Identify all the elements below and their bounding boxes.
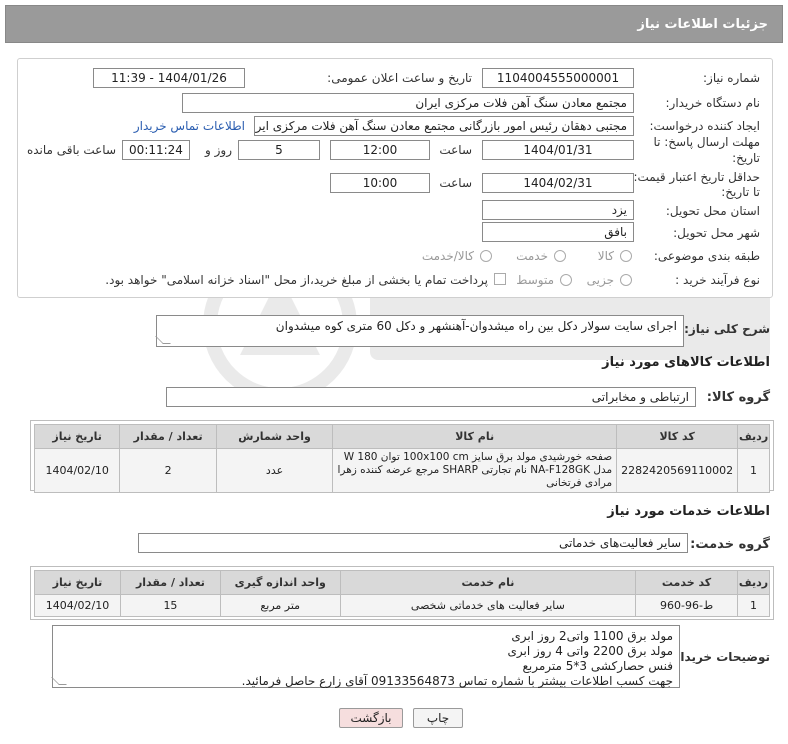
services-group-label: گروه خدمت: (690, 537, 770, 552)
category-option-goods: کالا (597, 249, 614, 263)
category-option-service: خدمت (516, 249, 548, 263)
services-col-row: ردیف (737, 570, 770, 595)
services-group-field[interactable]: سایر فعالیت‌های خدماتی (138, 533, 688, 553)
buyer-notes-line: فنس حصارکشی 3*5 مترمربع (522, 659, 673, 673)
goods-row-qty: 2 (119, 448, 217, 493)
goods-group-field[interactable]: ارتباطی و مخابراتی (166, 387, 696, 407)
services-col-qty: تعداد / مقدار (120, 570, 221, 595)
city-field[interactable]: بافق (482, 222, 634, 242)
remaining-label: ساعت باقی مانده (26, 143, 116, 157)
announce-date-field[interactable]: 1404/01/26 - 11:39 (93, 68, 245, 88)
goods-section-title: اطلاعات کالاهای مورد نیاز (602, 355, 770, 370)
services-row-unit: متر مربع (219, 594, 341, 617)
treasury-payment-checkbox[interactable] (494, 273, 506, 285)
category-label: طبقه بندی موضوعی: (653, 249, 760, 263)
validity-label-date: تا تاریخ: (721, 185, 760, 199)
treasury-payment-note: پرداخت تمام یا بخشی از مبلغ خرید،از محل … (105, 273, 488, 287)
remaining-time-field[interactable]: 00:11:24 (122, 140, 190, 160)
services-row-qty: 15 (120, 594, 221, 617)
goods-row-name: صفحه خورشیدی مولد برق سایز 100x100 cm تو… (332, 448, 618, 493)
category-option-goods-service: کالا/خدمت (421, 249, 474, 263)
goods-col-unit: واحد شمارش (215, 424, 334, 449)
days-remaining-field[interactable]: 5 (238, 140, 320, 160)
page-title: جزئیات اطلاعات نیاز (637, 17, 768, 32)
validity-time-field[interactable]: 10:00 (330, 173, 430, 193)
buyer-label: نام دستگاه خریدار: (665, 96, 761, 110)
buyer-notes-line: مولد برق 1100 واتی2 روز ابری (511, 629, 673, 643)
services-col-name: نام خدمت (339, 570, 637, 595)
goods-group-label: گروه کالا: (706, 390, 770, 405)
goods-row-number: 1 (737, 448, 770, 493)
deadline-label-date: تاریخ: (732, 151, 760, 165)
services-section-title: اطلاعات خدمات مورد نیاز (607, 504, 770, 519)
validity-date-field[interactable]: 1404/02/31 (482, 173, 634, 193)
goods-table: ردیف کد کالا نام کالا واحد شمارش تعداد /… (33, 424, 770, 493)
need-number-label: شماره نیاز: (703, 71, 760, 85)
validity-label: حداقل تاریخ اعتبار قیمت: (633, 170, 760, 184)
table-row[interactable]: 1 ط-96-960 سایر فعالیت های خدماتی شخصی م… (33, 594, 770, 617)
goods-col-code: کد کالا (616, 424, 739, 449)
process-type-label: نوع فرآیند خرید : (675, 273, 760, 287)
services-row-name: سایر فعالیت های خدماتی شخصی (339, 594, 637, 617)
table-row[interactable]: 1 2282420569110002 صفحه خورشیدی مولد برق… (33, 448, 770, 493)
province-field[interactable]: یزد (482, 200, 634, 220)
deadline-date-field[interactable]: 1404/01/31 (482, 140, 634, 160)
need-info-panel: شماره نیاز: 1104004555000001 تاریخ و ساع… (17, 58, 773, 298)
validity-hour-label: ساعت (439, 176, 472, 190)
services-row-date: 1404/02/10 (33, 594, 122, 617)
goods-row-date: 1404/02/10 (33, 448, 121, 493)
process-radio-medium[interactable] (560, 274, 572, 286)
services-row-number: 1 (737, 594, 770, 617)
services-col-code: کد خدمت (635, 570, 739, 595)
category-radio-goods-service[interactable] (480, 250, 492, 262)
goods-col-qty: تعداد / مقدار (119, 424, 217, 449)
description-label: شرح کلی نیاز: (684, 322, 770, 336)
goods-col-row: ردیف (737, 424, 770, 449)
announce-date-label: تاریخ و ساعت اعلان عمومی: (327, 71, 472, 85)
creator-field[interactable]: مجتبی دهقان رئیس امور بازرگانی مجتمع معا… (254, 116, 634, 136)
city-label: شهر محل تحویل: (673, 226, 760, 240)
buyer-contact-link[interactable]: اطلاعات تماس خریدار (134, 119, 245, 133)
services-table: ردیف کد خدمت نام خدمت واحد اندازه گیری ت… (33, 570, 770, 617)
deadline-hour-label: ساعت (439, 143, 472, 157)
page-header: جزئیات اطلاعات نیاز (5, 5, 783, 43)
services-col-unit: واحد اندازه گیری (219, 570, 341, 595)
print-button[interactable]: چاپ (413, 708, 463, 728)
category-radio-service[interactable] (554, 250, 566, 262)
buyer-notes-line: مولد برق 2200 واتی 4 روز ابری (507, 644, 673, 658)
need-number-field[interactable]: 1104004555000001 (482, 68, 634, 88)
process-option-minor: جزیی (586, 273, 614, 287)
creator-label: ایجاد کننده درخواست: (649, 119, 760, 133)
days-label: روز و (205, 143, 232, 157)
category-radio-goods[interactable] (620, 250, 632, 262)
goods-row-unit: عدد (215, 448, 334, 493)
back-button[interactable]: بازگشت (339, 708, 403, 728)
buyer-field[interactable]: مجتمع معادن سنگ آهن فلات مرکزی ایران (182, 93, 634, 113)
process-radio-minor[interactable] (620, 274, 632, 286)
services-row-code: ط-96-960 (635, 594, 739, 617)
buyer-notes-label: توضیحات خریدار: (668, 650, 770, 664)
province-label: استان محل تحویل: (665, 204, 760, 218)
deadline-label: مهلت ارسال پاسخ: تا (653, 135, 760, 149)
buyer-notes-field[interactable]: مولد برق 1100 واتی2 روز ابری مولد برق 22… (51, 625, 680, 688)
process-option-medium: متوسط (516, 273, 554, 287)
goods-row-code: 2282420569110002 (616, 448, 739, 493)
description-field[interactable]: اجرای سایت سولار دکل بین راه میشدوان-آهن… (155, 315, 684, 347)
goods-col-date: تاریخ نیاز (33, 424, 121, 449)
services-col-date: تاریخ نیاز (33, 570, 122, 595)
resize-grip-icon[interactable] (155, 336, 171, 344)
buyer-notes-line: جهت کسب اطلاعات بیشتر با شماره تماس 0913… (241, 674, 673, 688)
goods-col-name: نام کالا (332, 424, 618, 449)
deadline-time-field[interactable]: 12:00 (330, 140, 430, 160)
description-text: اجرای سایت سولار دکل بین راه میشدوان-آهن… (275, 319, 677, 333)
